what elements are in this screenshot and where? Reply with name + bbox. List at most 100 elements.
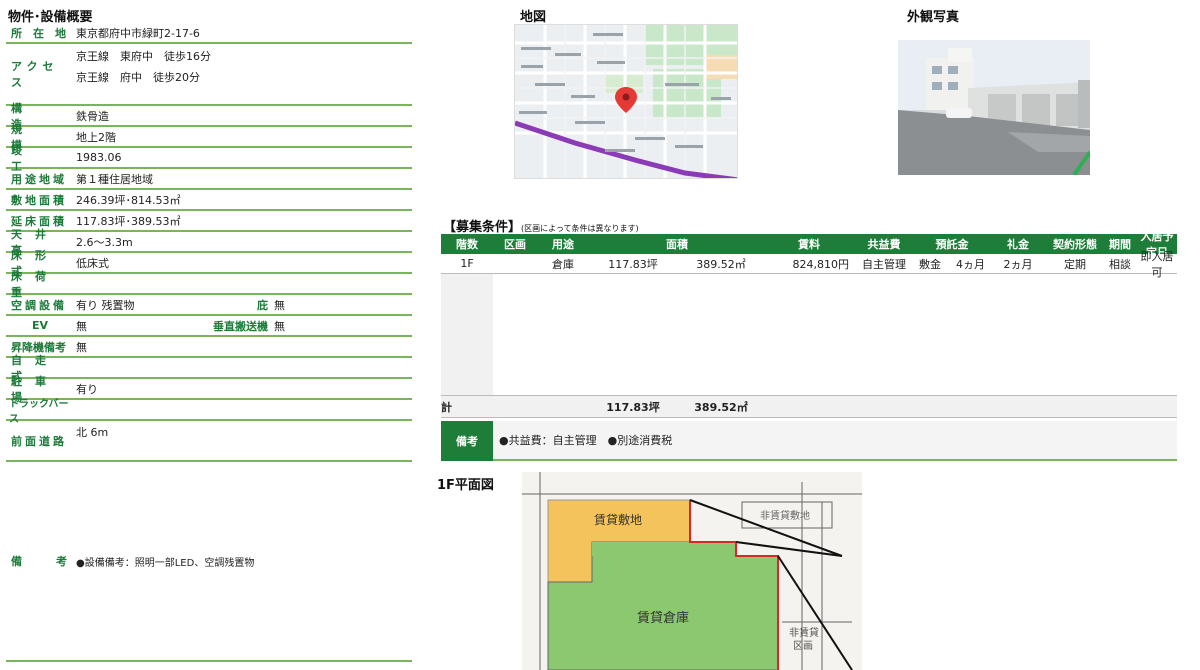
label-aircon: 空調設備 xyxy=(11,298,67,312)
row-access: アクセス 京王線 東府中 徒歩16分 京王線 府中 徒歩20分 xyxy=(6,44,412,106)
row-floor-load: 床荷重 xyxy=(6,269,412,299)
conditions-table: 階数 区画 用途 面積 賃料 共益費 預託金 礼金 契約形態 期間 入居予定日 … xyxy=(441,230,1177,461)
conditions-header-row: 階数 区画 用途 面積 賃料 共益費 預託金 礼金 契約形態 期間 入居予定日 xyxy=(441,230,1177,259)
label-floor-load: 床荷重 xyxy=(11,269,59,299)
conditions-remarks-label: 備考 xyxy=(441,421,493,461)
location-map[interactable] xyxy=(514,24,738,179)
row-site-area: 敷地面積 246.39坪･814.53㎡ xyxy=(6,190,412,211)
label-zoning: 用途地域 xyxy=(11,172,67,186)
empty-floor-column xyxy=(441,274,493,395)
value-floor-type: 低床式 xyxy=(74,253,412,272)
header-deposit: 預託金 xyxy=(935,238,969,251)
total-area-tsubo: 117.83坪 xyxy=(606,400,660,414)
label-access: アクセス xyxy=(11,60,59,89)
value-truck-berth xyxy=(74,400,412,419)
row-truck-berth: トラックバース xyxy=(6,399,412,425)
exterior-photo xyxy=(898,40,1090,175)
value-vertical-conveyor: 無 xyxy=(272,316,412,335)
plan-label-warehouse: 賃貸倉庫 xyxy=(637,610,689,626)
value-aircon: 有り 残置物 xyxy=(76,298,135,312)
floor-plan-title: 1F平面図 xyxy=(437,478,494,493)
table-row: 1F 倉庫 117.83坪 389.52㎡ 824,810円 自主管理 敷金 4… xyxy=(441,250,1177,279)
map-title: 地図 xyxy=(520,10,547,25)
header-key-money: 礼金 xyxy=(1007,238,1029,251)
value-completion: 1983.06 xyxy=(74,148,412,167)
cell-area-tsubo: 117.83坪 xyxy=(608,257,658,271)
floor-plan: 賃貸敷地 非賃貸敷地 賃貸倉庫 非賃貸 区画 xyxy=(522,472,862,670)
row-location: 所 在 地 東京都府中市緑町2-17-6 xyxy=(6,24,412,44)
label-front-road: 前面道路 xyxy=(11,434,67,448)
value-parking: 有り xyxy=(74,379,412,398)
label-vertical-conveyor: 垂直搬送機 xyxy=(213,319,268,333)
value-remarks: ●設備備考：照明一部LED、空調残置物 xyxy=(74,462,412,660)
cell-deposit-label: 敷金 xyxy=(919,257,941,271)
cell-common: 自主管理 xyxy=(862,257,906,271)
property-overview-title: 物件･設備概要 xyxy=(8,10,93,25)
row-completion: 竣工 1983.06 xyxy=(6,143,412,173)
cell-floor: 1F xyxy=(460,257,474,270)
access-line-1: 京王線 東府中 徒歩16分 xyxy=(76,50,211,64)
header-section: 区画 xyxy=(504,238,526,251)
plan-label-rental-site: 賃貸敷地 xyxy=(594,512,642,527)
plan-label-non-rental-2: 区画 xyxy=(793,640,813,652)
conditions-heading: 【募集条件】 xyxy=(443,220,522,235)
value-eaves: 無 xyxy=(272,295,412,314)
total-area: 117.83坪 389.52㎡ xyxy=(589,399,765,415)
conditions-empty-rows xyxy=(441,274,1177,396)
label-location: 所 在 地 xyxy=(11,27,66,40)
value-front-road: 北 6m xyxy=(74,421,412,460)
floor-plan-graphic: 賃貸敷地 非賃貸敷地 賃貸倉庫 非賃貸 区画 xyxy=(522,472,862,670)
cell-contract: 定期 xyxy=(1064,257,1086,271)
cell-rent: 824,810円 xyxy=(792,257,850,271)
cell-move-in: 即入居可 xyxy=(1140,249,1174,279)
label-site-area: 敷地面積 xyxy=(11,193,67,207)
value-scale: 地上2階 xyxy=(74,127,412,146)
row-remarks: 備 考 ●設備備考：照明一部LED、空調残置物 xyxy=(6,462,412,662)
header-area: 面積 xyxy=(666,238,688,251)
conditions-note: (区画によって条件は異なります) xyxy=(521,224,639,233)
conditions-remarks: 備考 ●共益費：自主管理 ●別途消費税 xyxy=(441,421,1177,461)
label-remarks: 備 考 xyxy=(11,555,71,568)
cell-area: 117.83坪 389.52㎡ xyxy=(589,256,765,272)
value-location: 東京都府中市緑町2-17-6 xyxy=(74,24,412,42)
photo-title: 外観写真 xyxy=(907,10,960,25)
value-structure: 鉄骨造 xyxy=(74,106,412,125)
cell-period: 相談 xyxy=(1109,257,1131,271)
label-eaves: 庇 xyxy=(257,298,268,312)
label-ev: EV xyxy=(31,319,49,332)
label-completion: 竣工 xyxy=(11,143,50,173)
value-self-drive xyxy=(74,358,412,377)
total-label: 計 xyxy=(441,400,452,414)
conditions-total-row: 計 117.83坪 389.52㎡ xyxy=(441,396,1177,418)
header-contract: 契約形態 xyxy=(1053,238,1097,251)
cell-use: 倉庫 xyxy=(552,257,574,271)
value-ceiling: 2.6～3.3m xyxy=(74,232,412,251)
conditions-title: 【募集条件】(区画によって条件は異なります) xyxy=(443,216,639,235)
header-floor: 階数 xyxy=(456,238,478,251)
row-ev: EV 無 垂直搬送機 無 xyxy=(6,316,412,337)
exterior-photo-graphic xyxy=(898,40,1090,175)
value-floor-area: 117.83坪･389.53㎡ xyxy=(74,211,412,230)
row-front-road: 前面道路 北 6m xyxy=(6,421,412,462)
plan-label-non-rental-1: 非賃貸 xyxy=(789,626,819,639)
access-line-2: 京王線 府中 徒歩20分 xyxy=(76,70,200,84)
cell-key-money: 2ヵ月 xyxy=(1003,257,1033,271)
value-floor-load xyxy=(74,274,412,293)
row-aircon: 空調設備 有り 残置物 庇 無 xyxy=(6,295,412,316)
cell-deposit: 敷金 4ヵ月 xyxy=(915,256,989,272)
property-table: 所 在 地 東京都府中市緑町2-17-6 アクセス 京王線 東府中 徒歩16分 … xyxy=(6,24,412,662)
value-lift-note: 無 xyxy=(74,337,412,356)
plan-label-non-rental-site: 非賃貸敷地 xyxy=(760,509,810,522)
cell-area-sqm: 389.52㎡ xyxy=(696,257,746,271)
cell-deposit-value: 4ヵ月 xyxy=(956,257,985,271)
value-access: 京王線 東府中 徒歩16分 京王線 府中 徒歩20分 xyxy=(74,44,412,104)
header-rent: 賃料 xyxy=(798,238,820,251)
value-site-area: 246.39坪･814.53㎡ xyxy=(74,190,412,209)
row-zoning: 用途地域 第１種住居地域 xyxy=(6,169,412,190)
value-ev: 無 xyxy=(76,319,87,333)
header-use: 用途 xyxy=(552,238,574,251)
total-area-sqm: 389.52㎡ xyxy=(694,400,748,414)
value-zoning: 第１種住居地域 xyxy=(74,169,412,188)
conditions-remarks-value: ●共益費：自主管理 ●別途消費税 xyxy=(493,421,1177,461)
map-graphic xyxy=(515,25,737,178)
